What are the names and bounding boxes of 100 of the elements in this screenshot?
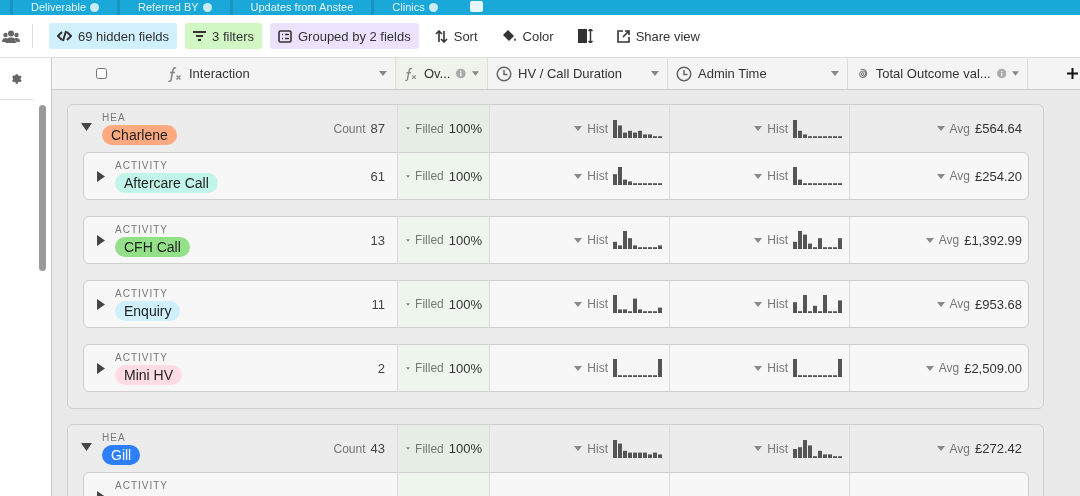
dropdown-caret-icon[interactable] [936, 126, 945, 131]
caret-icon[interactable] [379, 71, 387, 76]
dropdown-caret-icon[interactable] [936, 446, 945, 451]
aggregate-label: Filled [415, 121, 444, 136]
dropdown-caret-icon[interactable] [574, 365, 583, 371]
aggregate-value: £953.68 [975, 296, 1022, 312]
dropdown-caret-icon[interactable] [936, 301, 945, 307]
aggregate-value: £272.42 [975, 441, 1022, 456]
subgroup-row[interactable]: ACTIVITY Mini HV 2 Filled 100% Hist Hist Avg £2,509.00 [83, 344, 1029, 392]
subgroup-row[interactable]: ACTIVITY Aftercare Call 61 Filled 100% Hist Hist Avg £254.20 [83, 152, 1029, 200]
aggregate-label: Avg [949, 441, 970, 456]
aggregate-label: Hist [587, 169, 608, 183]
toolbar-button[interactable]: Sort [426, 23, 486, 49]
dropdown-caret-icon[interactable] [754, 301, 763, 307]
group-field-label: ACTIVITY [115, 352, 169, 363]
column-header[interactable]: Admin Time [668, 58, 848, 89]
record-count: 87 [370, 121, 385, 136]
count-label: Count [333, 442, 366, 456]
histogram-drawing [613, 295, 662, 313]
dropdown-caret-icon[interactable] [406, 446, 411, 451]
toolbar-button[interactable]: Share view [608, 23, 708, 49]
aggregate-label: Hist [587, 121, 608, 136]
aggregate-label: Avg [938, 233, 960, 247]
aggregate-value: 100% [448, 232, 482, 248]
dropdown-caret-icon[interactable] [754, 173, 763, 179]
collapse-arrow-icon[interactable] [81, 123, 92, 131]
dropdown-caret-icon[interactable] [574, 173, 583, 179]
toolbar-button[interactable]: Grouped by 2 fields [270, 23, 419, 49]
histogram-drawing [613, 439, 662, 458]
aggregate-label: Hist [767, 169, 788, 183]
aggregate-label: Avg [938, 361, 960, 375]
expand-arrow-icon[interactable] [97, 363, 105, 374]
dropdown-caret-icon[interactable] [925, 237, 934, 243]
aggregate-label: Hist [587, 441, 608, 456]
select-all-checkbox[interactable] [96, 68, 107, 79]
group-value-tag: Gill [102, 445, 141, 465]
plus-icon [1067, 68, 1078, 79]
toolbar-button[interactable]: 69 hidden fields [49, 23, 178, 49]
row-height-icon [577, 29, 593, 43]
aggregate-label: Filled [415, 297, 444, 311]
histogram-drawing [613, 231, 662, 249]
subgroup-row[interactable]: ACTIVITY [83, 472, 1029, 496]
aggregate-value: 100% [448, 168, 482, 184]
column-header[interactable]: HV / Call Duration [488, 58, 668, 89]
dropdown-caret-icon[interactable] [574, 446, 583, 451]
group-value-tag: CFH Call [115, 237, 190, 257]
formula-icon [167, 65, 183, 82]
collapse-arrow-icon[interactable] [81, 443, 92, 451]
group-field-label: ACTIVITY [115, 160, 169, 171]
scrollbar-thumb[interactable] [39, 105, 46, 271]
aggregate-label: Filled [415, 361, 444, 375]
dropdown-caret-icon[interactable] [406, 365, 411, 371]
count-label: Count [333, 122, 366, 136]
aggregate-label: Avg [949, 121, 970, 136]
dropdown-caret-icon[interactable] [406, 237, 411, 243]
share-icon [616, 29, 630, 43]
aggregate-label: Hist [587, 233, 608, 247]
dropdown-caret-icon[interactable] [406, 173, 411, 179]
subgroup-row[interactable]: ACTIVITY CFH Call 13 Filled 100% Hist Hist Avg £1,392.99 [83, 216, 1029, 264]
filter-icon [193, 31, 207, 41]
dropdown-caret-icon[interactable] [406, 301, 411, 307]
caret-icon[interactable] [1012, 71, 1019, 76]
sort-icon [434, 29, 448, 43]
column-header[interactable]: Ov... [396, 58, 488, 89]
expand-arrow-icon[interactable] [97, 299, 105, 310]
people-icon[interactable] [2, 29, 20, 43]
add-view-button[interactable] [469, 1, 483, 12]
dropdown-caret-icon[interactable] [574, 237, 583, 243]
subgroup-row[interactable]: ACTIVITY Enquiry 11 Filled 100% Hist Hist Avg £953.68 [83, 280, 1029, 328]
eye-slash-icon [57, 30, 72, 42]
toolbar-button[interactable]: 3 filters [185, 23, 262, 49]
toolbar-button[interactable]: Color [493, 23, 562, 49]
aggregate-label: Filled [415, 441, 444, 456]
dropdown-caret-icon[interactable] [406, 126, 411, 131]
record-count: 11 [371, 297, 385, 312]
expand-arrow-icon[interactable] [97, 235, 105, 246]
aggregate-value: 100% [448, 441, 482, 456]
dropdown-caret-icon[interactable] [936, 173, 945, 179]
paint-bucket-icon [501, 29, 517, 43]
aggregate-label: Hist [587, 297, 608, 311]
caret-icon[interactable] [651, 71, 659, 76]
histogram-drawing [613, 359, 662, 377]
aggregate-label: Avg [949, 297, 970, 311]
dropdown-caret-icon[interactable] [754, 237, 763, 243]
dropdown-caret-icon[interactable] [754, 446, 763, 451]
expand-arrow-icon[interactable] [97, 171, 105, 182]
clock-icon [496, 65, 512, 82]
dropdown-caret-icon[interactable] [574, 301, 583, 307]
dropdown-caret-icon[interactable] [754, 126, 763, 131]
record-count: 2 [377, 361, 385, 376]
group-field-label: ACTIVITY [115, 480, 169, 491]
dropdown-caret-icon[interactable] [925, 365, 934, 371]
dropdown-caret-icon[interactable] [754, 365, 763, 371]
settings-icon[interactable] [10, 72, 23, 85]
caret-icon[interactable] [831, 71, 839, 76]
group-field-label: ACTIVITY [115, 224, 169, 235]
caret-icon[interactable] [472, 71, 479, 76]
dropdown-caret-icon[interactable] [574, 126, 583, 131]
column-header[interactable]: Total Outcome val... [848, 58, 1028, 89]
histogram-drawing [613, 167, 662, 185]
